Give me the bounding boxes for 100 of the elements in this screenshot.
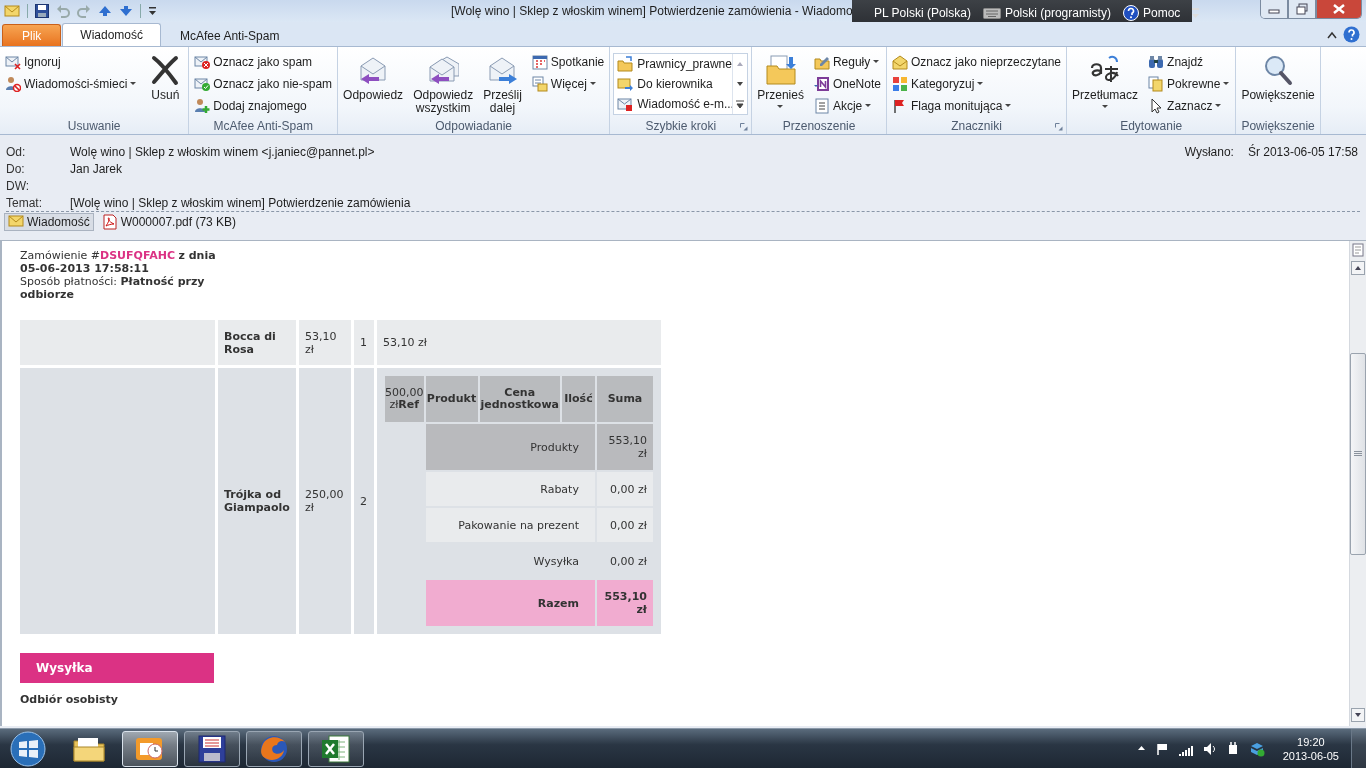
documents-icon	[1148, 76, 1165, 92]
scroll-up-icon[interactable]	[1351, 261, 1365, 275]
summary-value: 0,00 zł	[609, 553, 648, 570]
ribbon-button[interactable]: Prześlij dalej	[481, 50, 524, 115]
table-cell: Bocca di Rosa	[224, 329, 276, 356]
scroll-down-icon[interactable]	[1351, 708, 1365, 722]
ribbon-button[interactable]: Wiadomości-śmieci	[3, 74, 140, 94]
ribbon-button[interactable]: Przenieś	[755, 50, 806, 109]
close-icon[interactable]	[1316, 0, 1362, 19]
ribbon-button[interactable]: Akcje	[811, 96, 883, 116]
group-label: Znaczniki	[951, 119, 1002, 133]
help-icon	[1122, 5, 1139, 21]
list-icon	[813, 98, 830, 114]
box-check-icon[interactable]	[1248, 740, 1265, 757]
table-cell: 53,10 zł	[383, 336, 427, 349]
attachment-tab[interactable]: W000007.pdf (73 KB)	[97, 213, 241, 231]
ribbon-button[interactable]: Zaznacz	[1146, 96, 1233, 116]
ribbon-tab[interactable]: McAfee Anti-Spam	[162, 24, 298, 46]
field-value: [Wolę wino | Sklep z włoskim winem] Potwierdzenie zamówienia	[70, 195, 411, 210]
envelope-icon	[617, 96, 634, 112]
ribbon-button[interactable]: Pokrewne	[1146, 74, 1233, 94]
dialog-launcher-icon[interactable]	[1055, 123, 1063, 131]
envelope-cross-icon	[194, 54, 211, 70]
customize-caret-icon[interactable]	[148, 6, 157, 16]
column-header: Produkt	[425, 376, 478, 422]
quick-step[interactable]: Prawnicy_prawne	[614, 54, 733, 74]
ribbon-button[interactable]: Powiększenie	[1239, 50, 1317, 102]
order-heading: Zamówienie #DSUFQFAHC z dnia 05-06-2013 17:58:11	[20, 249, 217, 275]
ribbon-button[interactable]: Flaga monitująca	[889, 96, 1063, 116]
ribbon-button[interactable]: Spotkanie	[529, 52, 607, 72]
notebook-icon	[813, 76, 830, 92]
ribbon-button[interactable]: Odpowiedz	[341, 50, 406, 102]
ribbon-button[interactable]: Odpowiedz wszystkim	[411, 50, 476, 115]
summary-value: 553,10 zł	[596, 580, 653, 626]
field-label: Do:	[6, 161, 26, 176]
field-label: Od:	[6, 144, 27, 159]
envelope-icon	[8, 214, 24, 230]
shipping-method: Odbiór osobisty	[20, 693, 119, 706]
table-cell: 2	[360, 494, 367, 508]
attachment-tab[interactable]: Wiadomość	[4, 213, 94, 231]
language-bar-item[interactable]: Polski (programisty)	[1004, 6, 1111, 20]
group-label: Edytowanie	[1120, 119, 1183, 133]
field-value: Śr 2013-06-05 17:58	[1247, 144, 1358, 159]
window-title: [Wolę wino | Sklep z włoskim winem] Potwierdzenie zamówienia - Wiadomo	[451, 4, 853, 18]
keyboard-icon	[982, 7, 1001, 19]
ribbon-button[interactable]: Więcej	[529, 74, 607, 94]
column-header: Suma	[596, 376, 653, 422]
taskbar-button[interactable]	[184, 730, 240, 767]
envelope-cross-icon	[5, 54, 21, 70]
ribbon-button[interactable]: OneNote	[811, 74, 883, 94]
scrollbar[interactable]	[1349, 241, 1366, 726]
section-heading: Wysyłka	[20, 653, 214, 683]
restore-icon[interactable]	[1288, 0, 1316, 19]
summary-label: Wysyłka	[532, 553, 580, 570]
quick-step[interactable]: Do kierownika	[614, 74, 733, 94]
ribbon-button[interactable]: Kategoryzuj	[889, 74, 1063, 94]
folder-arrow-icon	[764, 54, 797, 86]
ribbon-button[interactable]: Oznacz jako spam	[192, 52, 335, 72]
collapse-ribbon-icon[interactable]	[1327, 30, 1337, 39]
up-arrow-icon[interactable]	[98, 5, 112, 17]
ribbon-button[interactable]: Przetłumacz	[1070, 50, 1141, 109]
show-desktop-button[interactable]	[1351, 728, 1366, 768]
group-label: Powiększenie	[1241, 119, 1315, 133]
field-value: Wolę wino | Sklep z włoskim winem <j.janiec@pannet.pl>	[70, 144, 375, 159]
table-cell: 53,10 zł	[305, 329, 337, 356]
envelope-check-icon	[194, 76, 211, 92]
ribbon-button[interactable]: Reguły	[811, 52, 883, 72]
field-value: Jan Jarek	[70, 161, 123, 176]
help-icon[interactable]	[1343, 26, 1360, 43]
summary-label: Pakowanie na prezent	[425, 508, 595, 542]
dialog-launcher-icon[interactable]	[740, 123, 749, 131]
scroll-thumb[interactable]	[1350, 353, 1366, 555]
language-bar-item[interactable]: PL Polski (Polska)	[874, 6, 971, 20]
ribbon-button[interactable]: Oznacz jako nie-spam	[192, 74, 335, 94]
field-label: DW:	[6, 178, 31, 193]
minimize-icon[interactable]	[1260, 0, 1288, 19]
envelope-grid-icon	[531, 76, 548, 92]
clock[interactable]: 19:20 2013-06-05	[1282, 734, 1339, 763]
folder-pencil-icon	[813, 54, 830, 70]
ribbon-tab[interactable]: Wiadomość	[62, 23, 162, 46]
folder-arrow-icon	[617, 56, 634, 72]
summary-value: 553,10 zł	[596, 424, 653, 470]
language-bar-item[interactable]: Pomoc	[1142, 6, 1181, 20]
envelope-open-icon	[891, 54, 908, 70]
taskbar-button[interactable]	[308, 730, 364, 767]
ribbon-button[interactable]: Znajdź	[1146, 52, 1233, 72]
binoculars-icon	[1148, 54, 1165, 70]
magnifier-icon	[1262, 54, 1295, 86]
ribbon-button[interactable]: Oznacz jako nieprzeczytane	[889, 52, 1063, 72]
column-header: 500,00 złRef	[385, 376, 424, 422]
quick-step[interactable]: Wiadomość e-m...	[614, 94, 733, 114]
summary-label: Produkty	[425, 424, 595, 470]
group-label: Szybkie kroki	[645, 119, 717, 133]
ribbon-button[interactable]: Ignoruj	[3, 52, 140, 72]
down-arrow-icon[interactable]	[119, 5, 133, 17]
ribbon-button[interactable]: Dodaj znajomego	[192, 96, 335, 116]
save-icon[interactable]	[35, 4, 49, 18]
grip-icon	[1354, 451, 1362, 457]
reply-all-icon	[427, 54, 460, 86]
ribbon-button[interactable]: Usuń	[145, 50, 186, 102]
